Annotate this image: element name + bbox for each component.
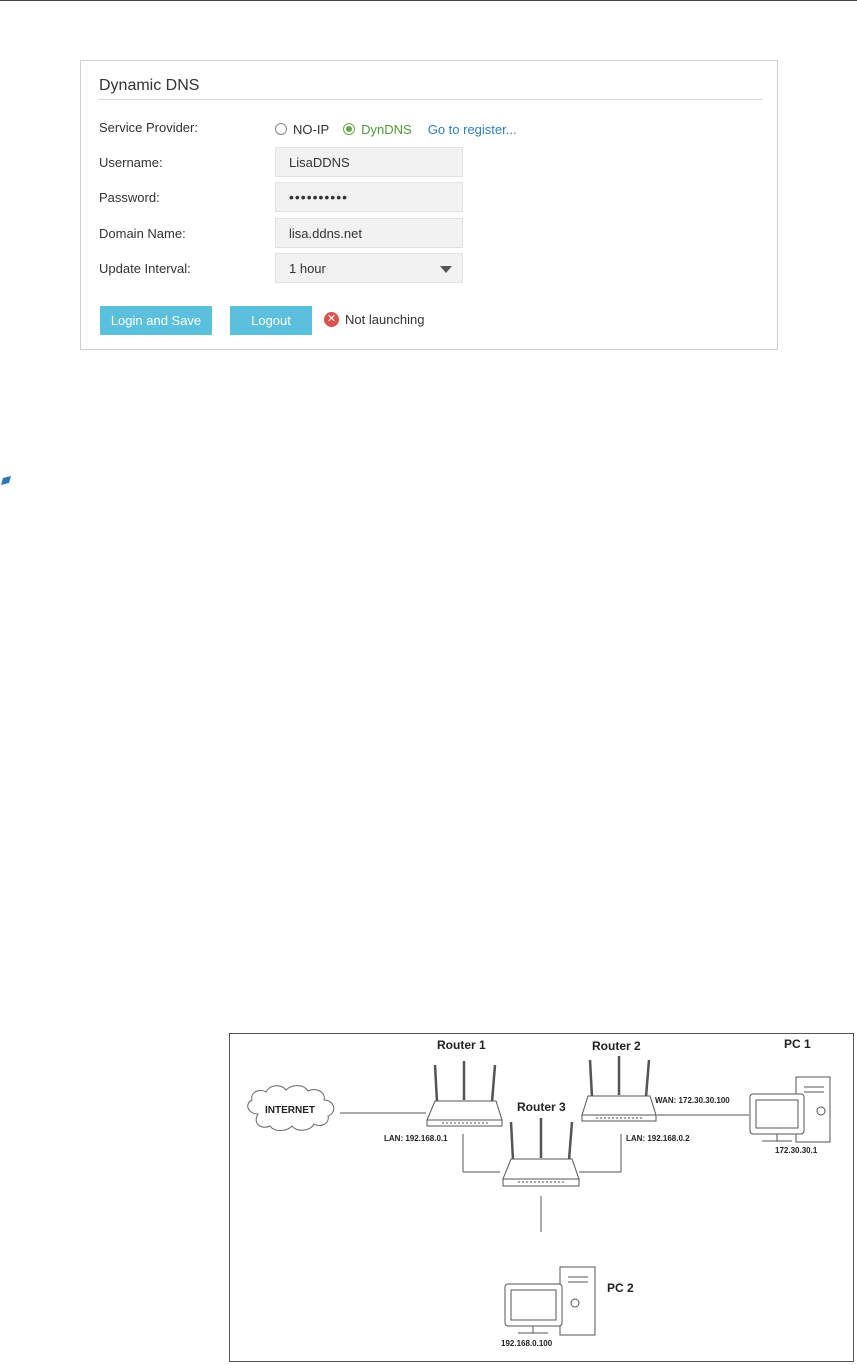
username-input[interactable]: LisaDDNS [275,147,463,177]
update-interval-value: 1 hour [289,260,326,276]
domain-name-label: Domain Name: [99,226,186,241]
update-interval-label: Update Interval: [99,261,191,276]
username-label: Username: [99,155,163,170]
go-to-register-link[interactable]: Go to register... [428,122,517,137]
radio-dyndns-label: DynDNS [361,121,412,137]
logout-button[interactable]: Logout [230,306,312,335]
panel-divider [98,99,762,100]
status-text: Not launching [345,312,425,327]
router-1-icon [426,1061,503,1127]
radio-no-ip-label: NO-IP [293,121,330,137]
diagram-lines [247,1056,831,1336]
dynamic-dns-panel: Dynamic DNS Service Provider: NO-IP DynD… [80,60,778,350]
password-label: Password: [99,190,160,205]
pc-1-icon [749,1076,831,1143]
pc-1-label: PC 1 [784,1037,811,1051]
update-interval-select[interactable]: 1 hour [275,253,463,283]
note-pencil-icon [1,476,11,485]
password-input[interactable]: •••••••••• [275,182,463,212]
chevron-down-icon[interactable] [440,266,452,273]
router-1-label: Router 1 [437,1038,486,1052]
top-rule [0,0,857,1]
router-2-label: Router 2 [592,1039,641,1053]
network-topology-diagram: INTERNET Router 1 Router 2 Router 3 PC 1… [229,1033,854,1362]
radio-no-ip[interactable]: NO-IP [275,122,329,137]
router-3-label: Router 3 [517,1100,566,1114]
domain-name-input[interactable]: lisa.ddns.net [275,218,463,248]
login-and-save-button[interactable]: Login and Save [100,306,212,335]
service-provider-radio-group: NO-IP DynDNS Go to register... [275,120,517,138]
router-2-wan-label: WAN: 172.30.30.100 [655,1096,730,1105]
radio-dyndns-circle[interactable] [343,123,356,135]
radio-dyndns[interactable]: DynDNS [343,122,412,137]
panel-title: Dynamic DNS [99,77,200,94]
router-3-icon [502,1118,580,1187]
pc-1-ip-label: 172.30.30.1 [775,1146,818,1155]
router-2-icon [581,1056,657,1122]
error-x-icon: ✕ [324,312,339,327]
router-2-lan-label: LAN: 192.168.0.2 [626,1134,690,1143]
radio-no-ip-circle[interactable] [275,123,287,135]
internet-label: INTERNET [265,1105,315,1116]
router-1-lan-label: LAN: 192.168.0.1 [384,1134,448,1143]
pc-2-label: PC 2 [607,1281,634,1295]
pc-2-icon [504,1266,596,1336]
service-provider-label: Service Provider: [99,120,198,135]
status-indicator: ✕ Not launching [324,312,425,327]
pc-2-ip-label: 192.168.0.100 [501,1339,553,1348]
